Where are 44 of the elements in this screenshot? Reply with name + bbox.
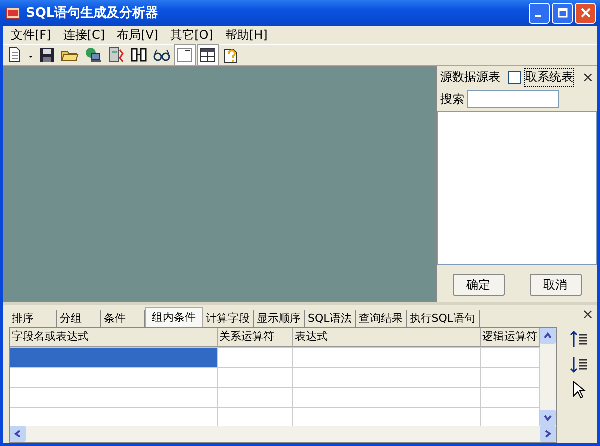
cancel-button[interactable]: 取消 <box>530 274 582 296</box>
scroll-left-button[interactable] <box>10 426 26 442</box>
scroll-down-button[interactable] <box>540 410 556 426</box>
close-icon[interactable]: × <box>582 307 594 323</box>
search-field[interactable] <box>467 90 560 108</box>
panel-title: 源数据源表 <box>440 69 500 86</box>
scroll-up-button[interactable] <box>540 328 556 344</box>
menu-item[interactable]: 布局[V] <box>111 26 165 44</box>
close-button[interactable] <box>575 2 596 24</box>
column-header[interactable]: 表达式 <box>292 328 481 347</box>
move-down-icon[interactable] <box>570 355 588 375</box>
table-list[interactable] <box>437 111 597 265</box>
save-icon[interactable] <box>37 45 57 65</box>
tab[interactable]: 组内条件 <box>145 307 203 327</box>
minimize-icon <box>535 15 541 17</box>
tab[interactable]: 计算字段 <box>203 310 254 327</box>
close-icon[interactable]: × <box>582 70 594 86</box>
vertical-scrollbar[interactable] <box>540 328 556 426</box>
ok-button[interactable]: 确定 <box>452 274 505 296</box>
tab[interactable]: 显示顺序 <box>254 310 305 327</box>
close-icon <box>580 8 590 18</box>
menu-item[interactable]: 帮助[H] <box>219 26 274 44</box>
tab[interactable]: 分组 <box>57 310 101 327</box>
tab[interactable]: 排序 <box>9 310 57 327</box>
search-label: 搜索 <box>440 90 464 108</box>
computer-icon[interactable] <box>83 45 103 65</box>
column-header[interactable]: 字段名或表达式 <box>10 328 218 347</box>
tab[interactable]: 条件 <box>101 310 145 327</box>
table-icon[interactable] <box>198 45 218 65</box>
maximize-icon <box>558 8 568 18</box>
window-title: SQL语句生成及分析器 <box>26 5 160 22</box>
minimize-button[interactable] <box>529 2 550 24</box>
app-icon <box>6 7 20 19</box>
menu-item[interactable]: 其它[O] <box>164 26 220 44</box>
menu-item[interactable]: 连接[C] <box>57 26 112 44</box>
table-cell[interactable] <box>10 348 218 367</box>
scroll-right-button[interactable] <box>540 426 556 442</box>
column-header[interactable]: 关系运算符 <box>218 328 293 347</box>
column-header[interactable]: 逻辑运算符 <box>480 328 540 347</box>
move-up-icon[interactable] <box>570 329 588 349</box>
horizontal-scrollbar[interactable] <box>10 426 556 442</box>
pointer-icon[interactable] <box>572 381 586 399</box>
menu-item[interactable]: 文件[F] <box>5 26 58 44</box>
maximize-button[interactable] <box>552 2 573 24</box>
